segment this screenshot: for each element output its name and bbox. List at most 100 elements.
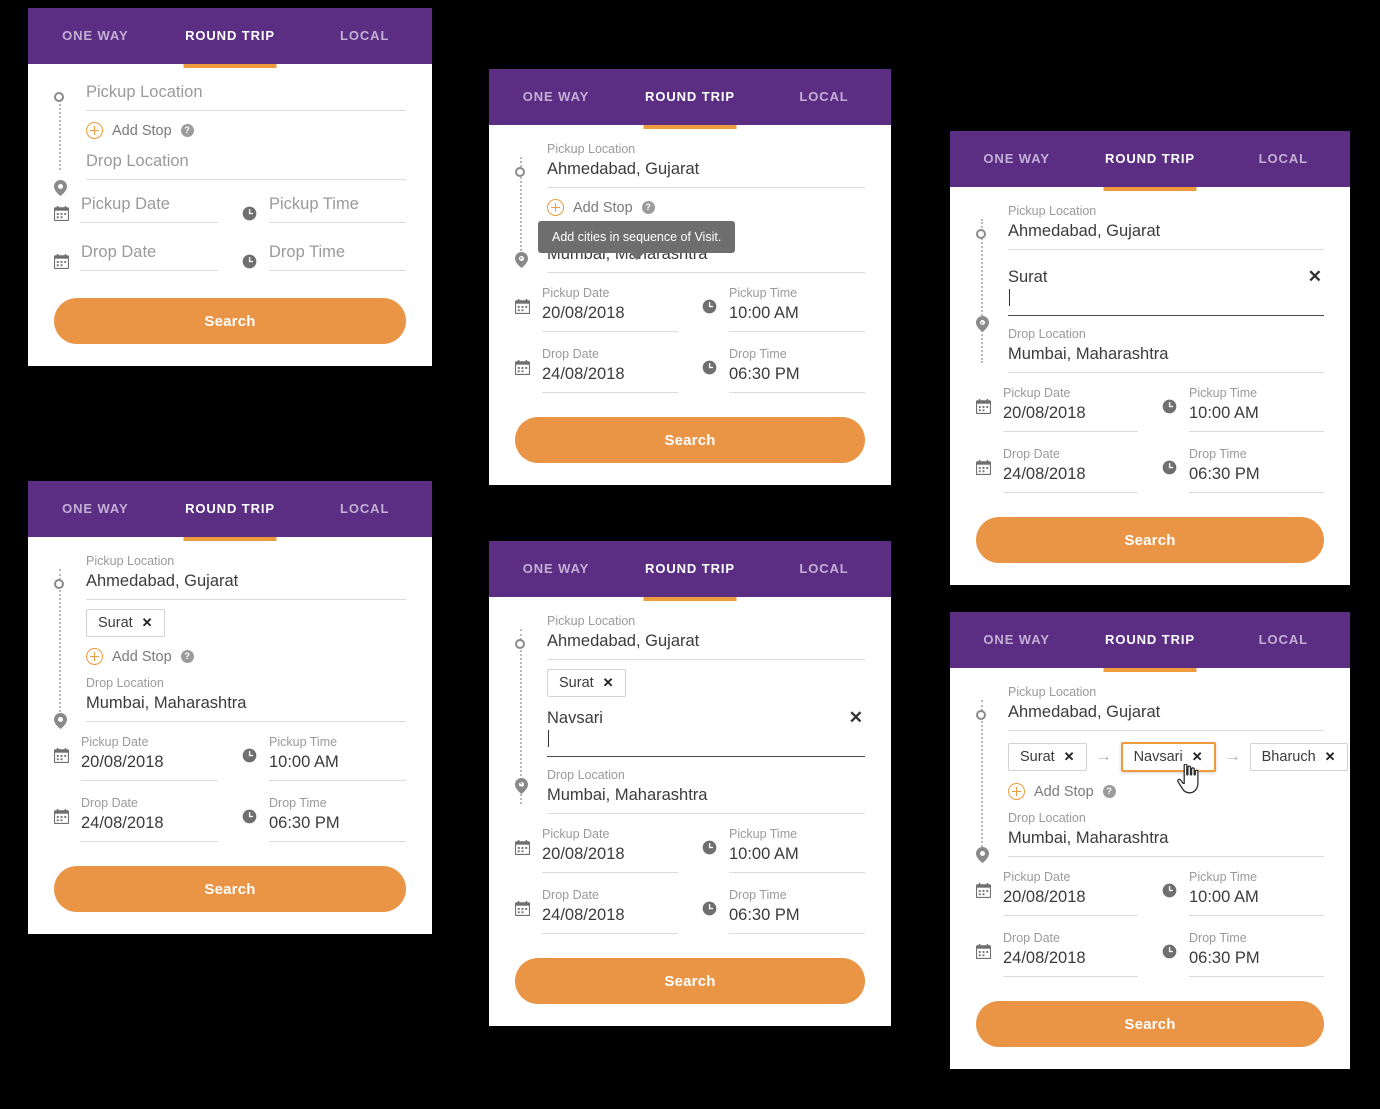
remove-stop-icon[interactable]: ✕ — [1325, 749, 1336, 765]
tab-local[interactable]: LOCAL — [1217, 131, 1350, 187]
plus-circle-icon[interactable] — [86, 122, 103, 139]
pickup-time-cell[interactable]: Pickup Time 10:00 AM — [1162, 869, 1324, 930]
clear-stop-icon[interactable]: ✕ — [849, 708, 863, 728]
drop-location-field[interactable]: Drop Location Mumbai, Maharashtra — [86, 675, 406, 722]
plus-circle-icon[interactable] — [547, 199, 564, 216]
help-icon[interactable]: ? — [180, 650, 194, 663]
search-button[interactable]: Search — [54, 298, 406, 344]
stop-chip[interactable]: Surat ✕ — [86, 609, 165, 637]
drop-time-cell[interactable]: Drop Time — [242, 240, 406, 288]
drop-date-input[interactable]: Drop Date — [81, 240, 218, 264]
stop-chip-dragging[interactable]: Navsari ✕ — [1120, 742, 1216, 772]
drop-location-field[interactable]: Drop Location — [86, 149, 406, 180]
drop-date-cell[interactable]: Drop Date 24/08/2018 — [975, 446, 1138, 507]
drop-date-cell[interactable]: Drop Date 24/08/2018 — [514, 346, 678, 407]
pickup-date-cell[interactable]: Pickup Date 20/08/2018 — [53, 734, 218, 795]
search-button[interactable]: Search — [976, 517, 1324, 563]
pickup-time-value[interactable]: 10:00 AM — [269, 750, 406, 774]
pickup-date-value[interactable]: 20/08/2018 — [542, 842, 678, 866]
drop-date-value[interactable]: 24/08/2018 — [1003, 946, 1138, 970]
pickup-location-field[interactable]: Pickup Location Ahmedabad, Gujarat — [547, 613, 865, 660]
tab-one-way[interactable]: ONE WAY — [28, 481, 163, 537]
search-button[interactable]: Search — [515, 417, 865, 463]
drop-date-value[interactable]: 24/08/2018 — [1003, 462, 1138, 486]
stop-typing-field[interactable]: Navsari ✕ — [547, 703, 865, 757]
stop-typing-field[interactable]: Surat ✕ — [1008, 262, 1324, 316]
drop-date-value[interactable]: 24/08/2018 — [542, 362, 678, 386]
pickup-location-value[interactable]: Ahmedabad, Gujarat — [1008, 219, 1324, 243]
pickup-location-input[interactable]: Pickup Location — [86, 80, 406, 104]
add-stop-label[interactable]: Add Stop — [112, 123, 172, 139]
drop-time-value[interactable]: 06:30 PM — [729, 362, 865, 386]
pickup-date-cell[interactable]: Pickup Date 20/08/2018 — [975, 385, 1138, 446]
pickup-time-value[interactable]: 10:00 AM — [1189, 885, 1324, 909]
drop-location-input[interactable]: Drop Location — [86, 149, 406, 173]
drop-location-value[interactable]: Mumbai, Maharashtra — [1008, 342, 1324, 366]
plus-circle-icon[interactable] — [86, 648, 103, 665]
drop-time-cell[interactable]: Drop Time 06:30 PM — [702, 887, 865, 948]
tab-local[interactable]: LOCAL — [1217, 612, 1350, 668]
drop-time-value[interactable]: 06:30 PM — [1189, 946, 1324, 970]
stop-chip[interactable]: Surat ✕ — [547, 669, 626, 697]
pickup-date-value[interactable]: 20/08/2018 — [1003, 401, 1138, 425]
drop-location-field[interactable]: Drop Location Mumbai, Maharashtra — [1008, 326, 1324, 373]
tab-local[interactable]: LOCAL — [297, 8, 432, 64]
help-icon[interactable]: ? — [1102, 785, 1116, 798]
drop-location-field[interactable]: Drop Location Mumbai, Maharashtra — [1008, 810, 1324, 857]
pickup-location-value[interactable]: Ahmedabad, Gujarat — [547, 157, 865, 181]
drop-time-cell[interactable]: Drop Time 06:30 PM — [702, 346, 865, 407]
pickup-time-value[interactable]: 10:00 AM — [729, 301, 865, 325]
drop-location-field[interactable]: Drop Location Mumbai, Maharashtra — [547, 767, 865, 814]
stop-input[interactable]: Navsari — [547, 706, 865, 730]
pickup-location-value[interactable]: Ahmedabad, Gujarat — [547, 629, 865, 653]
drop-time-value[interactable]: 06:30 PM — [1189, 462, 1324, 486]
drop-date-cell[interactable]: Drop Date 24/08/2018 — [514, 887, 678, 948]
add-stop-label[interactable]: Add Stop — [573, 200, 633, 216]
add-stop-row[interactable]: Add Stop ? — [86, 122, 406, 139]
pickup-time-cell[interactable]: Pickup Time 10:00 AM — [1162, 385, 1324, 446]
tab-round-trip[interactable]: ROUND TRIP — [1083, 131, 1216, 187]
search-button[interactable]: Search — [54, 866, 406, 912]
help-icon[interactable]: ? — [641, 201, 655, 214]
pickup-date-cell[interactable]: Pickup Date 20/08/2018 — [514, 826, 678, 887]
pickup-date-input[interactable]: Pickup Date — [81, 192, 218, 216]
pickup-time-cell[interactable]: Pickup Time 10:00 AM — [702, 285, 865, 346]
tab-round-trip[interactable]: ROUND TRIP — [163, 481, 298, 537]
drop-time-input[interactable]: Drop Time — [269, 240, 406, 264]
stop-input[interactable]: Surat — [1008, 265, 1324, 289]
drop-time-value[interactable]: 06:30 PM — [269, 811, 406, 835]
drop-time-cell[interactable]: Drop Time 06:30 PM — [242, 795, 406, 856]
add-stop-label[interactable]: Add Stop — [112, 649, 172, 665]
pickup-date-cell[interactable]: Pickup Date — [53, 192, 218, 240]
pickup-time-cell[interactable]: Pickup Time 10:00 AM — [702, 826, 865, 887]
pickup-location-field[interactable]: Pickup Location Ahmedabad, Gujarat — [547, 141, 865, 188]
stop-chip[interactable]: Bharuch ✕ — [1249, 743, 1348, 771]
clear-stop-icon[interactable]: ✕ — [1308, 267, 1322, 287]
tab-one-way[interactable]: ONE WAY — [28, 8, 163, 64]
drop-location-value[interactable]: Mumbai, Maharashtra — [547, 783, 865, 807]
drop-time-value[interactable]: 06:30 PM — [729, 903, 865, 927]
tab-round-trip[interactable]: ROUND TRIP — [623, 541, 757, 597]
pickup-location-value[interactable]: Ahmedabad, Gujarat — [86, 569, 406, 593]
remove-stop-icon[interactable]: ✕ — [142, 615, 153, 631]
drop-date-cell[interactable]: Drop Date 24/08/2018 — [975, 930, 1138, 991]
drop-date-value[interactable]: 24/08/2018 — [542, 903, 678, 927]
remove-stop-icon[interactable]: ✕ — [1192, 749, 1203, 765]
tab-one-way[interactable]: ONE WAY — [950, 612, 1083, 668]
tab-local[interactable]: LOCAL — [757, 69, 891, 125]
drop-location-value[interactable]: Mumbai, Maharashtra — [86, 691, 406, 715]
pickup-time-input[interactable]: Pickup Time — [269, 192, 406, 216]
drop-time-cell[interactable]: Drop Time 06:30 PM — [1162, 446, 1324, 507]
tab-one-way[interactable]: ONE WAY — [950, 131, 1083, 187]
pickup-date-value[interactable]: 20/08/2018 — [1003, 885, 1138, 909]
search-button[interactable]: Search — [515, 958, 865, 1004]
tab-round-trip[interactable]: ROUND TRIP — [1083, 612, 1216, 668]
drop-date-cell[interactable]: Drop Date 24/08/2018 — [53, 795, 218, 856]
add-stop-row[interactable]: Add Stop ? — [1008, 783, 1324, 800]
pickup-date-cell[interactable]: Pickup Date 20/08/2018 — [514, 285, 678, 346]
pickup-time-cell[interactable]: Pickup Time — [242, 192, 406, 240]
drop-time-cell[interactable]: Drop Time 06:30 PM — [1162, 930, 1324, 991]
drop-date-value[interactable]: 24/08/2018 — [81, 811, 218, 835]
search-button[interactable]: Search — [976, 1001, 1324, 1047]
tab-one-way[interactable]: ONE WAY — [489, 69, 623, 125]
